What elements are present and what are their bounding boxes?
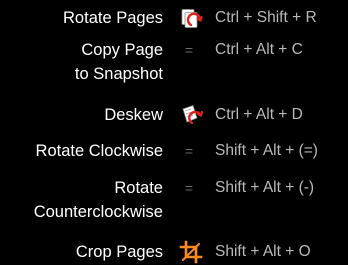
shortcut-keys: Shift + Alt + (-) <box>215 179 315 196</box>
shortcut-keys: Ctrl + Shift + R <box>215 9 317 26</box>
deskew-icon <box>179 103 203 127</box>
shortcut-label: Rotate Counterclockwise <box>33 179 163 221</box>
shortcut-label: Rotate Clockwise <box>35 142 163 160</box>
rotate-pages-icon <box>179 7 203 31</box>
shortcut-label: Crop Pages <box>75 243 163 261</box>
crop-pages-icon <box>179 240 203 264</box>
shortcut-keys: Ctrl + Alt + D <box>215 106 303 123</box>
shortcut-label: Rotate Pages <box>63 9 163 27</box>
shortcut-keys: Ctrl + Alt + C <box>215 41 303 58</box>
equals-separator: = <box>184 143 194 159</box>
shortcut-label: Copy Page to Snapshot <box>74 41 163 83</box>
shortcut-label: Deskew <box>104 106 163 124</box>
equals-separator: = <box>184 42 194 58</box>
shortcut-keys: Shift + Alt + O <box>215 243 311 260</box>
equals-separator: = <box>184 180 194 196</box>
shortcut-keys: Shift + Alt + (=) <box>215 142 318 159</box>
